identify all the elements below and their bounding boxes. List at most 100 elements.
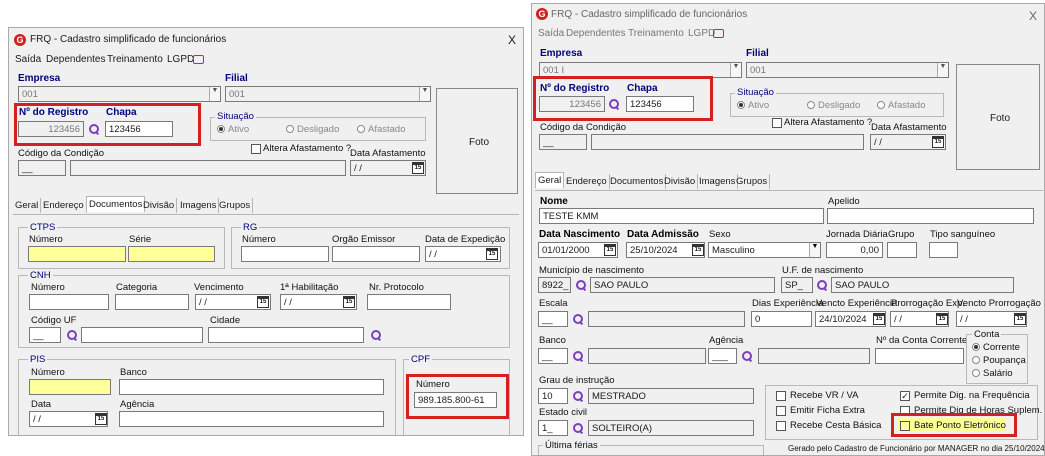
codigo-condicao-field[interactable]: __ (18, 160, 66, 176)
tab-imagens[interactable]: Imagens (178, 198, 220, 213)
altera-afastamento-checkbox[interactable] (251, 144, 261, 154)
poupanca-radio[interactable] (972, 356, 980, 364)
permite-freq-label: Permite Dig. na Frequência (914, 390, 1030, 401)
search-icon[interactable] (66, 329, 78, 341)
cnh-habilitacao-label: 1ª Habilitação (280, 282, 339, 293)
calendar-icon[interactable]: 15 (486, 248, 498, 260)
rg-numero-field[interactable] (241, 246, 329, 262)
menu-saida[interactable]: Saída (15, 54, 41, 65)
banco-field[interactable]: __ (538, 348, 568, 364)
calendar-icon[interactable]: 15 (873, 313, 885, 325)
photo-box[interactable]: Foto (956, 64, 1040, 170)
codigo-condicao-field[interactable]: __ (539, 134, 587, 150)
tab-endereco[interactable]: Endereço (564, 174, 610, 189)
agencia-field[interactable]: ___ (708, 348, 737, 364)
desligado-radio[interactable] (807, 101, 815, 109)
lgpd-chat-icon[interactable] (193, 55, 204, 64)
pis-agencia-field[interactable] (119, 411, 384, 427)
close-icon[interactable]: X (1029, 9, 1037, 23)
sexo-select[interactable]: Masculino (708, 242, 821, 258)
cnh-protocolo-field[interactable] (367, 294, 451, 310)
rg-orgao-field[interactable] (332, 246, 420, 262)
filial-select[interactable]: 001 (225, 86, 431, 102)
lgpd-chat-icon[interactable] (713, 29, 724, 38)
chevron-down-icon[interactable]: ▼ (809, 243, 820, 257)
tab-geral[interactable]: Geral (13, 198, 42, 213)
photo-box[interactable]: Foto (436, 88, 518, 194)
tab-imagens[interactable]: Imagens (697, 174, 739, 189)
uf-code-field[interactable]: SP_ (781, 277, 813, 293)
tab-grupos[interactable]: Grupos (734, 174, 771, 189)
conta-corrente-field[interactable] (875, 348, 964, 364)
tab-divisao[interactable]: Divisão (141, 198, 178, 213)
emitir-ficha-checkbox[interactable] (776, 406, 786, 416)
calendar-icon[interactable]: 15 (95, 413, 107, 425)
search-icon[interactable] (741, 350, 753, 362)
permite-freq-checkbox[interactable]: ✓ (900, 391, 910, 401)
tab-endereco[interactable]: Endereço (41, 198, 87, 213)
pis-numero-field[interactable] (29, 379, 111, 395)
chevron-down-icon[interactable]: ▼ (730, 63, 741, 77)
menu-dependentes[interactable]: Dependentes (46, 54, 106, 65)
escala-field[interactable]: __ (538, 311, 568, 327)
menu-dependentes[interactable]: Dependentes (566, 28, 626, 39)
tab-documentos[interactable]: Documentos (608, 174, 667, 189)
search-icon[interactable] (370, 329, 382, 341)
menu-treinamento[interactable]: Treinamento (107, 54, 163, 65)
ativo-radio[interactable] (737, 101, 745, 109)
altera-afastamento-checkbox[interactable] (772, 118, 782, 128)
cnh-codigo-uf-field[interactable]: __ (29, 327, 61, 343)
recebe-cesta-checkbox[interactable] (776, 421, 786, 431)
ativo-radio[interactable] (217, 125, 225, 133)
corrente-radio[interactable] (972, 343, 980, 351)
nome-field[interactable]: TESTE KMM (539, 208, 824, 224)
tab-documentos[interactable]: Documentos (86, 196, 146, 212)
grupo-field[interactable] (887, 242, 917, 258)
ctps-numero-field[interactable] (28, 246, 126, 262)
filial-select[interactable]: 001 (746, 62, 949, 78)
search-icon[interactable] (572, 390, 584, 402)
tab-grupos[interactable]: Grupos (217, 198, 254, 213)
cnh-cidade-field[interactable] (208, 327, 364, 343)
tab-geral[interactable]: Geral (535, 172, 565, 188)
calendar-icon[interactable]: 15 (412, 162, 424, 174)
menu-treinamento[interactable]: Treinamento (628, 28, 684, 39)
pis-banco-field[interactable] (119, 379, 384, 395)
tab-divisao[interactable]: Divisão (662, 174, 699, 189)
recebe-vr-checkbox[interactable] (776, 391, 786, 401)
search-icon[interactable] (575, 279, 587, 291)
apelido-field[interactable] (827, 208, 1034, 224)
chevron-down-icon[interactable]: ▼ (937, 63, 948, 77)
ctps-serie-field[interactable] (128, 246, 215, 262)
jornada-field[interactable]: 0,00 (826, 242, 883, 258)
calendar-icon[interactable]: 15 (936, 313, 948, 325)
chevron-down-icon[interactable]: ▼ (209, 87, 220, 101)
menu-lgpd[interactable]: LGPD (688, 28, 715, 39)
calendar-icon[interactable]: 15 (692, 244, 704, 256)
afastado-radio[interactable] (877, 101, 885, 109)
calendar-icon[interactable]: 15 (1014, 313, 1026, 325)
salario-radio[interactable] (972, 369, 980, 377)
grau-code-field[interactable]: 10 (538, 388, 568, 404)
cnh-numero-field[interactable] (29, 294, 109, 310)
desligado-radio[interactable] (286, 125, 294, 133)
municipio-code-field[interactable]: 8922_ (538, 277, 571, 293)
search-icon[interactable] (816, 279, 828, 291)
menu-saida[interactable]: Saída (538, 28, 564, 39)
dias-exp-field[interactable]: 0 (751, 311, 812, 327)
chevron-down-icon[interactable]: ▼ (419, 87, 430, 101)
search-icon[interactable] (572, 313, 584, 325)
menu-lgpd[interactable]: LGPD (167, 54, 194, 65)
tipo-sang-field[interactable] (929, 242, 958, 258)
cnh-categoria-field[interactable] (115, 294, 189, 310)
calendar-icon[interactable]: 15 (604, 244, 616, 256)
calendar-icon[interactable]: 15 (932, 136, 944, 148)
afastado-radio[interactable] (357, 125, 365, 133)
close-icon[interactable]: X (508, 33, 516, 47)
search-icon[interactable] (572, 350, 584, 362)
calendar-icon[interactable]: 15 (343, 296, 355, 308)
calendar-icon[interactable]: 15 (257, 296, 269, 308)
estado-civil-code-field[interactable]: 1_ (538, 420, 568, 436)
search-icon[interactable] (572, 422, 584, 434)
empresa-select[interactable]: 001 (18, 86, 221, 102)
